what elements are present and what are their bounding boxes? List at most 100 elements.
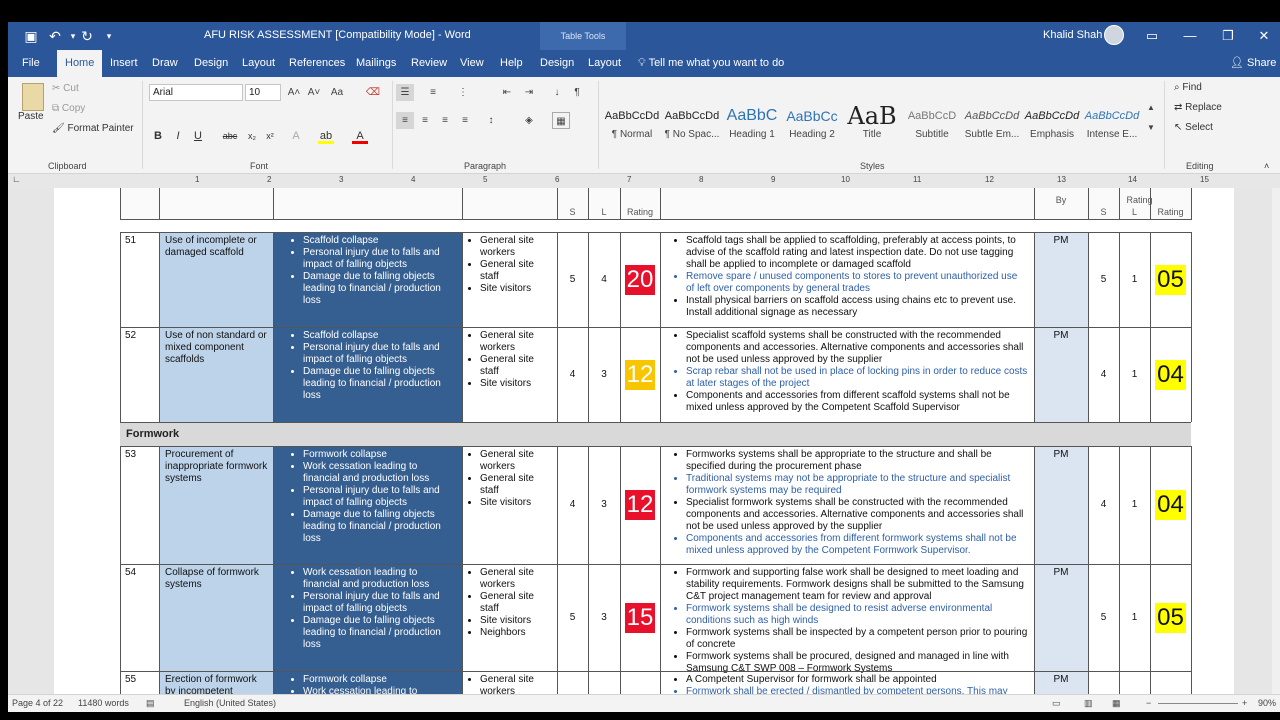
document-area[interactable]: S L Rating By Rating S L Rating Formwork 51 Use of… (8, 188, 1280, 712)
hazard-text[interactable]: Use of non standard or mixed component s… (165, 330, 269, 366)
paste-icon[interactable] (22, 83, 44, 111)
justify-icon[interactable]: ≡ (456, 112, 474, 129)
align-right-icon[interactable]: ≡ (436, 112, 454, 129)
tab-table-layout[interactable]: Layout (580, 50, 629, 77)
superscript-icon[interactable]: x² (262, 128, 278, 144)
tab-home[interactable]: Home (57, 50, 103, 77)
consequences-list[interactable]: Scaffold collapsePersonal injury due to … (283, 235, 456, 307)
multilevel-list-icon[interactable]: ⋮ (454, 84, 472, 101)
change-case-icon[interactable]: Aa (328, 84, 346, 101)
copy-button[interactable]: ⧉ Copy (52, 103, 85, 114)
tab-selector-icon[interactable]: ∟ (12, 174, 21, 184)
consequences-list[interactable]: Work cessation leading to financial and … (283, 567, 456, 651)
maximize-icon[interactable]: ❐ (1218, 26, 1238, 46)
hazard-text[interactable]: Use of incomplete or damaged scaffold (165, 235, 269, 259)
persons-at-risk-list[interactable]: General site workersGeneral site staffSi… (460, 235, 553, 295)
line-spacing-icon[interactable]: ↕ (482, 112, 500, 129)
vertical-scrollbar[interactable] (1272, 188, 1280, 700)
styles-scroll-up-icon[interactable]: ▲ (1142, 99, 1160, 116)
ribbon-display-options-icon[interactable]: ▭ (1142, 26, 1162, 46)
paste-button[interactable]: Paste (18, 111, 44, 122)
font-name-select[interactable]: Arial (149, 84, 243, 101)
tab-layout[interactable]: Layout (234, 50, 283, 77)
customize-quick-access-icon[interactable]: ▾ (100, 27, 118, 45)
style-emphasis[interactable]: AaBbCcDd Emphasis (1022, 103, 1082, 140)
zoom-in-icon[interactable]: + (1242, 698, 1247, 708)
style-subtle-emphasis[interactable]: AaBbCcDd Subtle Em... (962, 103, 1022, 140)
close-icon[interactable]: ✕ (1254, 26, 1274, 46)
consequences-list[interactable]: Scaffold collapsePersonal injury due to … (283, 330, 456, 402)
replace-button[interactable]: ⇄ Replace (1174, 102, 1222, 113)
horizontal-ruler[interactable]: ∟ 1 2 3 4 5 6 7 8 9 10 11 12 13 14 15 (8, 174, 1280, 188)
decrease-indent-icon[interactable]: ⇤ (498, 84, 516, 101)
select-button[interactable]: ↖ Select (1174, 122, 1213, 133)
control-measures-list[interactable]: Formwork and supporting false work shall… (660, 567, 1028, 675)
tab-review[interactable]: Review (403, 50, 455, 77)
find-button[interactable]: ⌕ Find (1174, 82, 1202, 93)
style-normal[interactable]: AaBbCcDd ¶ Normal (602, 103, 662, 140)
style-heading-1[interactable]: AaBbC Heading 1 (722, 103, 782, 140)
proofing-icon[interactable]: ▤ (146, 698, 155, 709)
strikethrough-icon[interactable]: abc (222, 128, 238, 144)
underline-icon[interactable]: U (190, 128, 206, 144)
redo-icon[interactable]: ↻ (78, 27, 96, 45)
page-count[interactable]: Page 4 of 22 (12, 698, 63, 708)
style-no-spacing[interactable]: AaBbCcDd ¶ No Spac... (662, 103, 722, 140)
tab-help[interactable]: Help (492, 50, 531, 77)
style-subtitle[interactable]: AaBbCcD Subtitle (902, 103, 962, 140)
persons-at-risk-list[interactable]: General site workersGeneral site staffSi… (460, 567, 553, 639)
style-title[interactable]: AaB Title (842, 103, 902, 140)
tab-insert[interactable]: Insert (102, 50, 146, 77)
control-measures-list[interactable]: Scaffold tags shall be applied to scaffo… (660, 235, 1028, 319)
persons-at-risk-list[interactable]: General site workersGeneral site staffSi… (460, 330, 553, 390)
tab-draw[interactable]: Draw (144, 50, 186, 77)
hazard-text[interactable]: Collapse of formwork systems (165, 567, 269, 591)
share-button[interactable]: 👤︎ Share (1230, 50, 1276, 77)
tab-file[interactable]: File (14, 50, 48, 77)
control-measures-list[interactable]: Formworks systems shall be appropriate t… (660, 449, 1028, 557)
borders-icon[interactable]: ▦ (552, 112, 570, 129)
tab-view[interactable]: View (452, 50, 492, 77)
numbering-icon[interactable]: ≡ (424, 84, 442, 101)
read-mode-icon[interactable]: ▥ (1084, 698, 1093, 709)
user-name[interactable]: Khalid Shah (1043, 29, 1102, 41)
tab-table-design[interactable]: Design (532, 50, 582, 77)
font-size-select[interactable]: 10 (245, 84, 281, 101)
persons-at-risk-list[interactable]: General site workersGeneral site staffSi… (460, 449, 553, 509)
tab-mailings[interactable]: Mailings (348, 50, 404, 77)
tab-references[interactable]: References (281, 50, 353, 77)
style-heading-2[interactable]: AaBbCc Heading 2 (782, 103, 842, 140)
show-marks-icon[interactable]: ¶ (568, 84, 586, 101)
grow-font-icon[interactable]: A˄ (285, 84, 303, 101)
avatar[interactable] (1104, 25, 1124, 45)
style-intense-emphasis[interactable]: AaBbCcDd Intense E... (1082, 103, 1142, 140)
align-left-icon[interactable]: ≡ (396, 112, 414, 129)
cut-button[interactable]: ✂ Cut (52, 83, 79, 94)
subscript-icon[interactable]: x₂ (244, 128, 260, 144)
italic-icon[interactable]: I (170, 128, 186, 144)
tell-me-search[interactable]: 💡︎ Tell me what you want to do (638, 50, 784, 77)
bullets-icon[interactable]: ☰ (396, 84, 414, 101)
zoom-level[interactable]: 90% (1258, 698, 1276, 708)
undo-icon[interactable]: ↶ (46, 27, 64, 45)
save-icon[interactable]: ▣ (22, 27, 40, 45)
clear-formatting-icon[interactable]: ⌫ (364, 84, 382, 101)
shrink-font-icon[interactable]: A˅ (305, 84, 323, 101)
font-color-icon[interactable]: A (352, 128, 368, 144)
focus-mode-icon[interactable]: ▭ (1052, 698, 1061, 709)
consequences-list[interactable]: Formwork collapseWork cessation leading … (283, 449, 456, 545)
hazard-text[interactable]: Procurement of inappropriate formwork sy… (165, 449, 269, 485)
format-painter-button[interactable]: 🖌︎ Format Painter (52, 123, 134, 134)
highlight-icon[interactable]: ab (318, 128, 334, 144)
collapse-ribbon-icon[interactable]: ˄ (1264, 161, 1269, 171)
text-effects-icon[interactable]: A (288, 128, 304, 144)
styles-scroll-down-icon[interactable]: ▼ (1142, 119, 1160, 136)
word-count[interactable]: 11480 words (78, 698, 129, 708)
tab-design[interactable]: Design (186, 50, 236, 77)
increase-indent-icon[interactable]: ⇥ (520, 84, 538, 101)
print-layout-icon[interactable]: ▦ (1112, 698, 1121, 709)
zoom-slider[interactable] (1158, 703, 1238, 704)
control-measures-list[interactable]: Specialist scaffold systems shall be con… (660, 330, 1028, 414)
document-page[interactable]: S L Rating By Rating S L Rating Formwork 51 Use of… (54, 188, 1234, 712)
zoom-out-icon[interactable]: − (1146, 698, 1151, 708)
